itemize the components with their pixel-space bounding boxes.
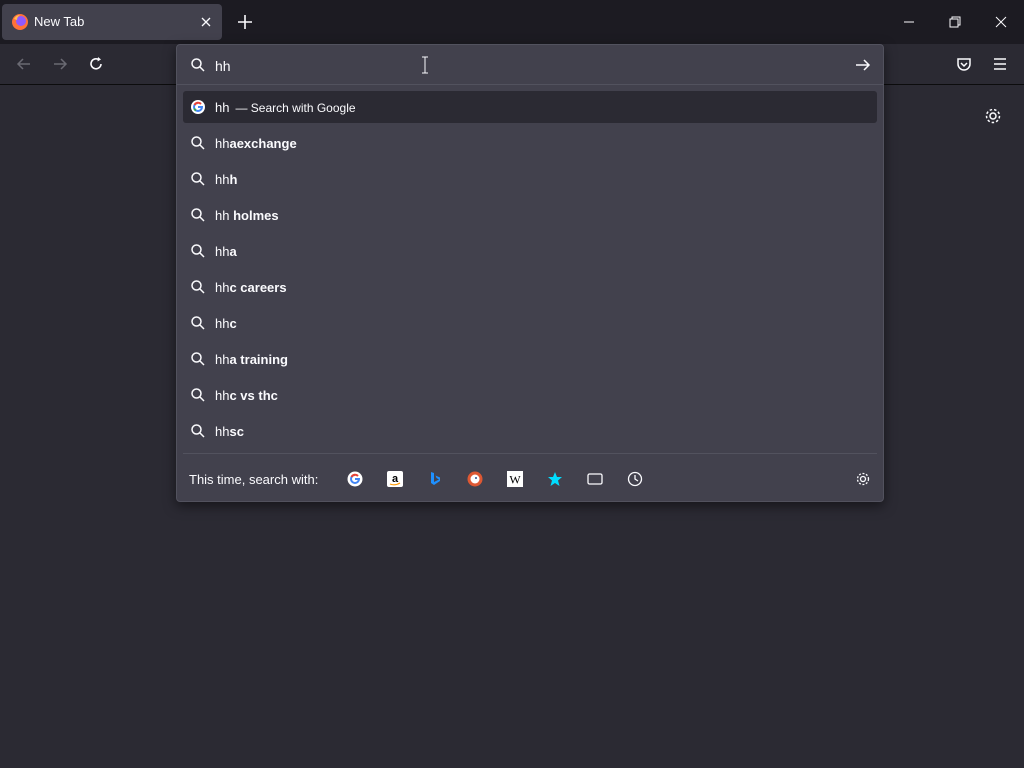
google-icon xyxy=(191,100,205,114)
tabs-icon[interactable] xyxy=(587,471,603,487)
search-icon xyxy=(191,424,205,438)
suggestion-typed: hh xyxy=(215,244,230,259)
url-input[interactable] xyxy=(215,56,815,76)
svg-text:a: a xyxy=(392,473,399,485)
search-suggestion[interactable]: hhc xyxy=(183,307,877,339)
reload-icon[interactable] xyxy=(86,54,106,74)
duckduckgo-icon[interactable] xyxy=(467,471,483,487)
pocket-icon[interactable] xyxy=(954,54,974,74)
divider xyxy=(183,453,877,454)
search-suggestion[interactable]: hh holmes xyxy=(183,199,877,231)
result-label: hh — Search with Google xyxy=(215,100,356,115)
tab-title: New Tab xyxy=(34,14,85,29)
result-search-with-google[interactable]: hh — Search with Google xyxy=(183,91,877,123)
minimize-icon[interactable] xyxy=(899,12,919,32)
amazon-icon[interactable]: a xyxy=(387,471,403,487)
restore-icon[interactable] xyxy=(945,12,965,32)
search-icon xyxy=(191,388,205,402)
search-icon xyxy=(191,172,205,186)
firefox-icon xyxy=(12,14,28,30)
tab-new-tab[interactable]: New Tab xyxy=(2,4,222,40)
result-action-text: — Search with Google xyxy=(235,101,356,115)
suggestion-label: hhh xyxy=(215,172,237,187)
suggestion-label: hhc careers xyxy=(215,280,287,295)
suggestion-completion: holmes xyxy=(233,208,279,223)
search-icon xyxy=(191,136,205,150)
search-settings-gear-icon[interactable] xyxy=(855,471,871,487)
suggestion-typed: hh xyxy=(215,208,234,223)
bookmarks-icon[interactable] xyxy=(547,471,563,487)
close-icon[interactable] xyxy=(991,12,1011,32)
search-suggestion[interactable]: hhh xyxy=(183,163,877,195)
suggestion-typed: hh xyxy=(215,136,230,151)
suggestion-typed: hh xyxy=(215,352,230,367)
urlbar xyxy=(177,45,883,85)
one-off-search-bar: This time, search with: a W xyxy=(177,463,883,495)
urlbar-popup: hh— Search with Google hhaexchangehhhhh … xyxy=(176,44,884,502)
suggestion-completion: c xyxy=(229,316,237,331)
search-icon xyxy=(191,352,205,366)
svg-text:W: W xyxy=(509,473,521,487)
search-icon xyxy=(191,58,205,72)
search-icon xyxy=(191,208,205,222)
suggestion-typed: hh xyxy=(215,316,230,331)
tab-close-icon[interactable] xyxy=(198,14,214,30)
suggestion-label: hha xyxy=(215,244,237,259)
suggestion-completion: a training xyxy=(229,352,288,367)
suggestion-completion: h xyxy=(229,172,238,187)
suggestion-label: hh holmes xyxy=(215,208,279,223)
plus-icon[interactable] xyxy=(235,12,255,32)
search-suggestion[interactable]: hhc careers xyxy=(183,271,877,303)
back-icon[interactable] xyxy=(14,54,34,74)
suggestion-typed: hh xyxy=(215,280,230,295)
go-arrow-icon[interactable] xyxy=(854,57,872,73)
search-icon xyxy=(191,316,205,330)
search-suggestion[interactable]: hhsc xyxy=(183,415,877,447)
wikipedia-icon[interactable]: W xyxy=(507,471,523,487)
suggestion-completion: a xyxy=(229,244,237,259)
google-icon[interactable] xyxy=(347,471,363,487)
bing-icon[interactable] xyxy=(427,471,443,487)
search-suggestion[interactable]: hhaexchange xyxy=(183,127,877,159)
tab-strip: New Tab xyxy=(0,0,1024,44)
suggestion-label: hhaexchange xyxy=(215,136,297,151)
suggestion-typed: hh xyxy=(215,172,230,187)
menu-icon[interactable] xyxy=(990,54,1010,74)
suggestion-completion: c vs thc xyxy=(229,388,278,403)
text-cursor-icon xyxy=(422,56,428,74)
history-icon[interactable] xyxy=(627,471,643,487)
suggestion-label: hha training xyxy=(215,352,288,367)
suggestion-label: hhc vs thc xyxy=(215,388,278,403)
search-icon xyxy=(191,280,205,294)
search-suggestion[interactable]: hhc vs thc xyxy=(183,379,877,411)
result-typed-text: hh xyxy=(215,100,230,115)
suggestion-completion: c careers xyxy=(229,280,287,295)
suggestion-label: hhc xyxy=(215,316,237,331)
suggestion-label: hhsc xyxy=(215,424,244,439)
suggestion-completion: sc xyxy=(229,424,244,439)
search-suggestion[interactable]: hha training xyxy=(183,343,877,375)
forward-icon[interactable] xyxy=(50,54,70,74)
gear-icon[interactable] xyxy=(983,106,1003,126)
suggestion-typed: hh xyxy=(215,388,230,403)
suggestion-typed: hh xyxy=(215,424,230,439)
suggestion-completion: aexchange xyxy=(229,136,297,151)
one-off-label: This time, search with: xyxy=(189,472,319,487)
search-icon xyxy=(191,244,205,258)
search-suggestion[interactable]: hha xyxy=(183,235,877,267)
